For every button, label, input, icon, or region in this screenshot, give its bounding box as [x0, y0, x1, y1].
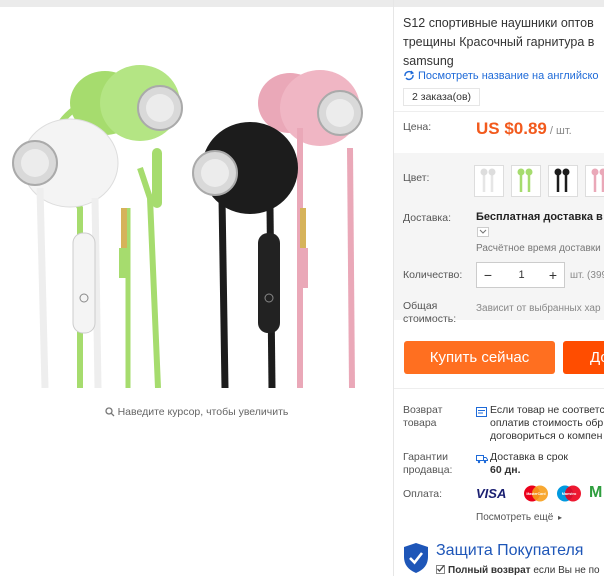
product-title-line: samsung: [403, 54, 454, 68]
visa-logo-text: VISA: [476, 486, 507, 501]
quantity-label: Количество:: [403, 269, 463, 281]
price: US $0.89/ шт.: [476, 119, 572, 139]
maestro-logo-text: Maestro: [562, 492, 577, 496]
quantity-stepper: − 1 +: [476, 262, 565, 288]
color-label: Цвет:: [403, 172, 430, 184]
color-swatch-pink[interactable]: [585, 165, 604, 197]
black-earphone: [192, 122, 298, 388]
translate-link-text: Посмотреть название на английско: [418, 70, 599, 82]
delivery-truck-icon: [476, 451, 488, 469]
guarantee-text: Доставка в срок 60 дн.: [490, 451, 568, 477]
returns-icon: [476, 404, 487, 422]
shipping-label: Доставка:: [403, 212, 452, 224]
returns-line: оплатив стоимость обр: [490, 417, 604, 429]
quantity-unit: шт. (399: [570, 270, 604, 281]
translate-icon: [403, 70, 415, 84]
white-earphone: [12, 118, 119, 388]
price-value: US $0.89: [476, 119, 547, 138]
shipping-time: Расчётное время доставки: [476, 243, 601, 254]
quantity-increase-button[interactable]: +: [542, 263, 564, 287]
divider: [394, 111, 604, 112]
color-swatch-black[interactable]: [548, 165, 578, 197]
payment-label: Оплата:: [403, 488, 443, 500]
quantity-input[interactable]: 1: [499, 263, 544, 287]
add-to-cart-button[interactable]: До: [563, 341, 604, 374]
total-label-line: стоимость:: [403, 313, 457, 325]
buyer-protection-bold: Полный возврат: [448, 565, 531, 576]
buy-now-button[interactable]: Купить сейчас: [404, 341, 555, 374]
returns-label-line: Возврат: [403, 404, 443, 416]
shipping-title: Бесплатная доставка в Ru: [476, 211, 604, 223]
total-value: Зависит от выбранных хар: [476, 303, 601, 314]
guarantee-label-line: продавца:: [403, 464, 453, 476]
product-info-panel: S12 спортивные наушники оптов трещины Кр…: [394, 0, 604, 576]
zoom-hint: Наведите курсор, чтобы увеличить: [0, 406, 393, 420]
returns-line: договориться о компен: [490, 430, 603, 442]
guarantee-days: 60 дн.: [490, 464, 521, 476]
price-label: Цена:: [403, 121, 432, 133]
returns-text: Если товар не соответс оплатив стоимость…: [490, 404, 604, 443]
quantity-decrease-button[interactable]: −: [477, 263, 499, 287]
buyer-protection-title: Защита Покупателя: [436, 542, 584, 559]
product-gallery: Наведите курсор, чтобы увеличить: [0, 8, 393, 576]
more-payment-methods-text: Посмотреть ещё: [476, 512, 554, 523]
mastercard-logo-text: MasterCard: [526, 492, 545, 496]
mastercard-logo: MasterCard: [522, 485, 550, 505]
zoom-hint-text: Наведите курсор, чтобы увеличить: [117, 406, 289, 418]
divider: [394, 388, 604, 389]
orders-count: 2 заказа(ов): [403, 88, 481, 106]
chevron-down-icon: [478, 228, 488, 236]
green-earphone: [50, 65, 183, 388]
buyer-protection-rest: если Вы не по: [530, 565, 600, 576]
translate-title-link[interactable]: Посмотреть название на английско: [403, 70, 599, 84]
product-title: S12 спортивные наушники оптов трещины Кр…: [403, 14, 604, 71]
caret-right-icon: ▸: [558, 513, 563, 522]
shipping-dropdown[interactable]: [477, 227, 489, 237]
product-image[interactable]: [0, 58, 393, 388]
buyer-protection-line: Полный возврат если Вы не по: [436, 565, 600, 576]
guarantee-line: Доставка в срок: [490, 451, 569, 463]
total-label: Общая стоимость:: [403, 300, 456, 326]
color-swatch-white[interactable]: [474, 165, 504, 197]
returns-line: Если товар не соответс: [490, 404, 604, 416]
more-payment-methods-link[interactable]: Посмотреть ещё ▸: [476, 512, 562, 523]
price-unit: / шт.: [549, 125, 572, 137]
guarantee-label: Гарантии продавца:: [403, 451, 452, 477]
returns-label: Возврат товара: [403, 404, 442, 430]
total-label-line: Общая: [403, 300, 438, 312]
product-title-line: S12 спортивные наушники оптов: [403, 16, 594, 30]
maestro-logo: Maestro: [555, 485, 583, 505]
checkbox-icon: [436, 565, 445, 574]
returns-label-line: товара: [403, 417, 437, 429]
magnifier-icon: [104, 407, 115, 420]
payment-logo-partial: M: [589, 484, 603, 501]
shield-icon: [402, 542, 430, 576]
color-swatch-green[interactable]: [511, 165, 541, 197]
guarantee-label-line: Гарантии: [403, 451, 448, 463]
product-title-line: трещины Красочный гарнитура в: [403, 35, 595, 49]
visa-logo: VISA: [476, 486, 506, 501]
